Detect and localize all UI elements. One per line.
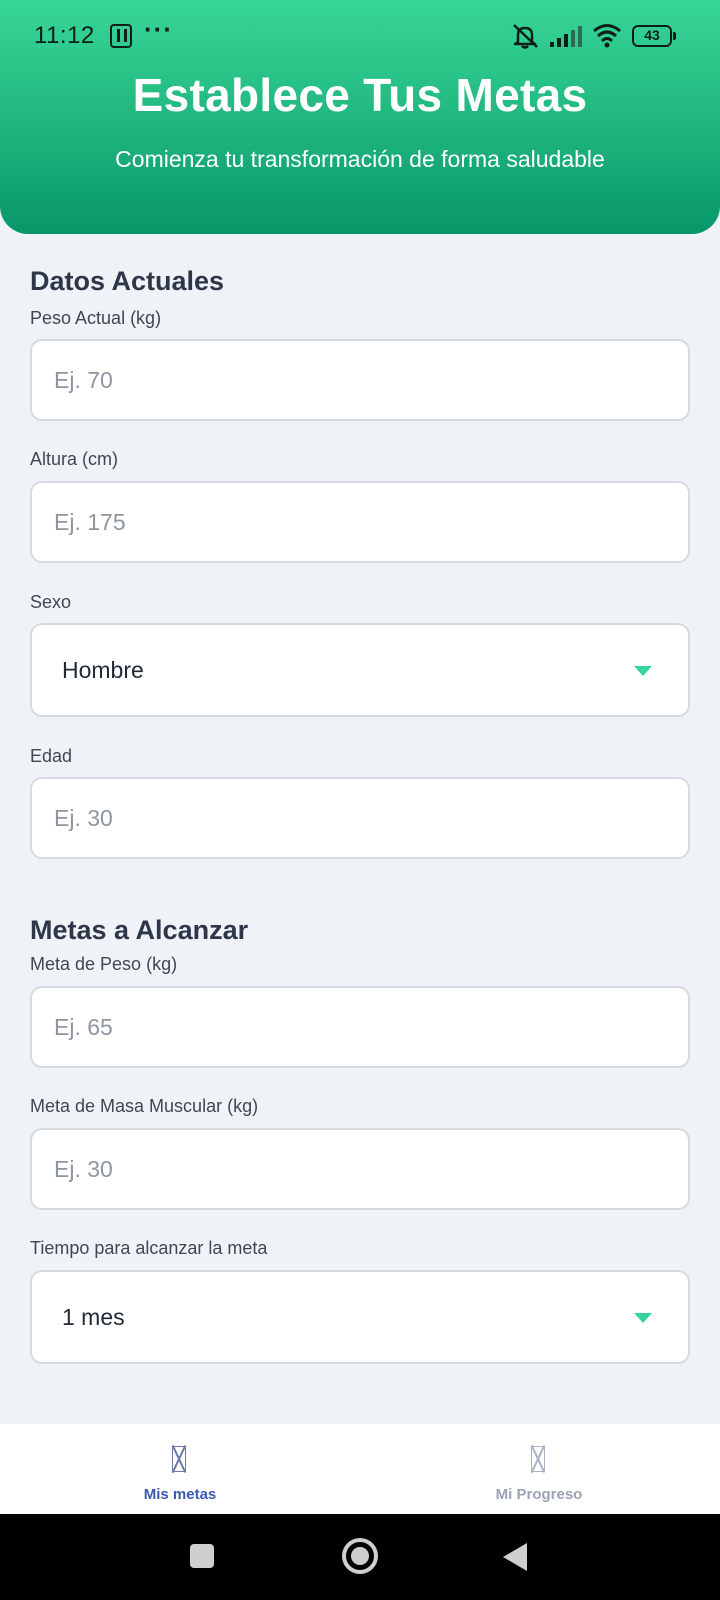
home-button[interactable]: [342, 1538, 378, 1574]
page-subtitle: Comienza tu transformación de forma salu…: [115, 146, 605, 172]
weight-input[interactable]: Ej. 70: [30, 339, 690, 421]
muscle-goal-placeholder: Ej. 30: [54, 1155, 113, 1182]
battery-icon: 43: [632, 25, 676, 47]
recent-apps-button[interactable]: [190, 1544, 214, 1568]
more-notifications-icon: ···: [144, 14, 173, 44]
header: 11:12 ··· 43 Establece Tus Metas Comienz…: [0, 0, 720, 234]
signal-icon: [550, 26, 582, 47]
status-time: 11:12: [34, 22, 95, 49]
wifi-icon: [593, 24, 621, 48]
height-label: Altura (cm): [30, 449, 119, 469]
missing-image-icon: [172, 1446, 186, 1472]
time-goal-label: Tiempo para alcanzar la meta: [30, 1238, 268, 1258]
mute-icon: [513, 24, 538, 49]
weight-placeholder: Ej. 70: [54, 366, 113, 393]
time-goal-select-value: 1 mes: [62, 1303, 125, 1330]
time-goal-select[interactable]: 1 mes: [30, 1270, 690, 1364]
nfc-icon: [110, 24, 132, 48]
sex-select[interactable]: Hombre: [30, 623, 690, 717]
sex-select-value: Hombre: [62, 656, 144, 683]
chevron-down-icon: [634, 666, 652, 676]
nav-item-mis-metas[interactable]: Mis metas: [80, 1424, 280, 1514]
sex-label: Sexo: [30, 592, 72, 612]
height-placeholder: Ej. 175: [54, 508, 126, 535]
weight-goal-label: Meta de Peso (kg): [30, 954, 178, 974]
height-input[interactable]: Ej. 175: [30, 481, 690, 563]
age-label: Edad: [30, 746, 73, 766]
missing-image-icon: [531, 1446, 545, 1472]
age-placeholder: Ej. 30: [54, 804, 113, 831]
status-bar: 11:12 ··· 43: [0, 0, 720, 72]
system-nav-bar: [0, 1514, 720, 1600]
bottom-nav: Mis metas Mi Progreso: [0, 1424, 720, 1514]
back-button[interactable]: [503, 1543, 527, 1571]
weight-label: Peso Actual (kg): [30, 308, 162, 328]
age-input[interactable]: Ej. 30: [30, 777, 690, 859]
battery-level: 43: [632, 25, 672, 47]
section-title-current-data: Datos Actuales: [30, 266, 225, 296]
chevron-down-icon: [634, 1313, 652, 1323]
weight-goal-placeholder: Ej. 65: [54, 1013, 113, 1040]
nav-label-mis-metas: Mis metas: [143, 1486, 217, 1503]
weight-goal-input[interactable]: Ej. 65: [30, 986, 690, 1068]
battery-tip: [673, 32, 676, 40]
nav-item-mi-progreso[interactable]: Mi Progreso: [439, 1424, 639, 1514]
muscle-goal-label: Meta de Masa Muscular (kg): [30, 1096, 259, 1116]
muscle-goal-input[interactable]: Ej. 30: [30, 1128, 690, 1210]
nav-label-mi-progreso: Mi Progreso: [495, 1486, 583, 1503]
page-title: Establece Tus Metas: [132, 69, 588, 121]
section-title-goals: Metas a Alcanzar: [30, 915, 249, 945]
